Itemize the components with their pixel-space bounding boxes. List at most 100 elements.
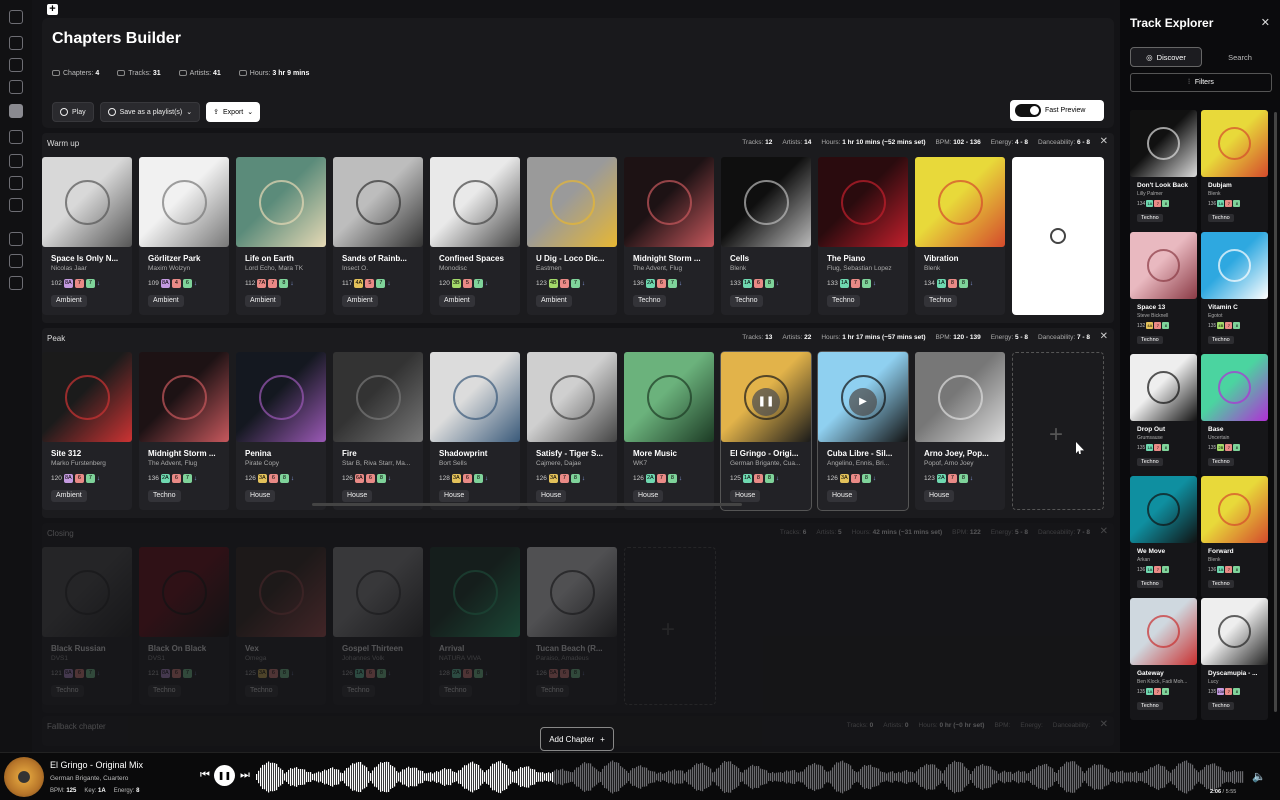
waveform-bar (822, 766, 824, 788)
close-chapter-icon[interactable]: ✕ (1100, 136, 1108, 147)
explorer-track-card[interactable]: Space 13 Steve Bicknell 132 4A 7 8 Techno (1130, 232, 1197, 354)
rail-nav-icon[interactable] (9, 80, 23, 94)
drop-target-card[interactable] (1012, 157, 1104, 315)
close-chapter-icon[interactable]: ✕ (1100, 526, 1108, 537)
track-card[interactable]: Gospel Thirteen Johannes Volk 126 1A 6 8 ↓ Tech… (333, 547, 423, 705)
add-track-placeholder[interactable]: + (1012, 352, 1104, 510)
track-card[interactable]: Arrival NATURA VIVA 128 2A 6 8 ↓ Techno (430, 547, 520, 705)
track-card[interactable]: Life on Earth Lord Echo, Mara TK 112 7A 7 8 ↓ A… (236, 157, 326, 315)
rail-nav-icon[interactable] (9, 176, 23, 190)
track-artist: Angelino, Ennis, Bri... (827, 460, 890, 467)
waveform-bar (582, 763, 584, 791)
horizontal-scrollbar[interactable] (312, 503, 742, 506)
tab-search[interactable]: Search (1204, 47, 1276, 67)
rail-nav-icon[interactable] (9, 130, 23, 144)
rail-nav-icon[interactable] (9, 154, 23, 168)
artwork-motif (161, 374, 207, 420)
track-card[interactable]: Midnight Storm ... The Advent, Flug 136 2A 6… (624, 157, 714, 315)
track-card[interactable]: Sands of Rainb... Insect O. 117 4A 5 7 ↓ Ambien… (333, 157, 423, 315)
add-chapter-button[interactable]: Add Chapter + (540, 727, 614, 751)
track-card[interactable]: Black Russian DVS1 121 8A 6 7 ↓ Techno (42, 547, 132, 705)
explorer-track-card[interactable]: Dyscamupia - ... Lucy 135 10A 7 8 Techno (1201, 598, 1268, 720)
track-card[interactable]: ▶ Cuba Libre - Sil... Angelino, Ennis, Bri… (817, 351, 909, 511)
next-icon[interactable]: ⏭ (240, 769, 250, 782)
volume-icon[interactable]: 🔈 (1252, 770, 1266, 783)
explorer-track-card[interactable]: Dubjam Blenk 136 1A 7 8 Techno (1201, 110, 1268, 232)
track-bpm: 125 (730, 475, 741, 482)
explorer-track-card[interactable]: Don't Look Back Lilly Palmer 134 1A 7 8 Techno (1130, 110, 1197, 232)
waveform-bar (730, 761, 732, 793)
waveform-bar (500, 760, 502, 794)
fast-preview-toggle[interactable]: Fast Preview (1010, 100, 1104, 121)
rail-nav-icon[interactable] (9, 36, 23, 50)
close-icon[interactable]: ✕ (1261, 16, 1270, 29)
track-card[interactable]: Space Is Only N... Nicolas Jaar 102 8A 7 7 ↓ Am… (42, 157, 132, 315)
track-meta: 135 1A 7 8 (1137, 688, 1170, 695)
track-card[interactable]: Black On Black DVS1 121 8A 6 7 ↓ Techno (139, 547, 229, 705)
track-card[interactable]: Cells Blenk 133 1A 6 8 ↓ Techno (721, 157, 811, 315)
save-playlist-button[interactable]: Save as a playlist(s) ⌄ (99, 102, 201, 122)
track-card[interactable]: Confined Spaces Monodisc 120 3B 5 7 ↓ Ambient (430, 157, 520, 315)
waveform-bar (964, 766, 966, 788)
rail-nav-icon[interactable] (9, 58, 23, 72)
rail-nav-icon[interactable] (9, 232, 23, 246)
waveform-bar (548, 772, 550, 782)
rail-nav-icon[interactable] (9, 198, 23, 212)
trend-arrow-icon: ↓ (969, 280, 974, 287)
waveform-bar (944, 770, 946, 784)
pause-icon[interactable]: ❚❚ (752, 388, 780, 416)
stat-value: 31 (152, 70, 161, 77)
track-card[interactable]: Midnight Storm ... The Advent, Flug 136 2A 6… (139, 352, 229, 510)
add-track-placeholder[interactable]: + (624, 547, 716, 705)
waveform-bar (428, 772, 430, 782)
toggle-switch[interactable] (1015, 104, 1041, 117)
track-card[interactable]: Tucan Beach (R... Paraiso, Amadeus 126 5A 6 8… (527, 547, 617, 705)
explorer-track-card[interactable]: Gateway Ben Klock, Fadi Moh... 135 1A 7 8 Tech… (1130, 598, 1197, 720)
explorer-track-card[interactable]: Drop Out Grumsause 135 1A 7 8 Techno (1130, 354, 1197, 476)
track-card[interactable]: More Music WK7 126 2A 7 8 ↓ House (624, 352, 714, 510)
previous-icon[interactable]: ⏮ (200, 769, 210, 782)
explorer-track-card[interactable]: We Move Arkan 136 1A 7 8 Techno (1130, 476, 1197, 598)
track-card[interactable]: The Piano Flug, Sebastian Lopez 133 1A 7 8 ↓ Te… (818, 157, 908, 315)
explorer-scrollbar[interactable] (1274, 112, 1277, 712)
rail-nav-icon[interactable] (9, 104, 23, 118)
chapter-stat-value: 0 hr (~0 hr set) (939, 722, 985, 729)
pause-button[interactable]: ❚❚ (214, 765, 235, 786)
track-card[interactable]: Vibration Blenk 134 1A 8 8 ↓ Techno (915, 157, 1005, 315)
track-card[interactable]: Fire Star B, Riva Starr, Ma... 126 6A 6 8 ↓ Hou… (333, 352, 423, 510)
track-card[interactable]: Vex Omega 125 3A 6 8 ↓ Techno (236, 547, 326, 705)
track-card[interactable]: U Dig - Loco Dic... Eastmen 123 4B 6 7 ↓ Ambien… (527, 157, 617, 315)
waveform-bar (870, 764, 872, 790)
track-card[interactable]: Arno Joey, Pop... Popof, Arno Joey 123 2A 7 8… (915, 352, 1005, 510)
explorer-track-card[interactable]: Forward Blenk 136 1A 7 8 Techno (1201, 476, 1268, 598)
close-chapter-icon[interactable]: ✕ (1100, 331, 1108, 342)
track-card[interactable]: Site 312 Marko Furstenberg 120 8A 6 7 ↓ Ambient (42, 352, 132, 510)
filters-button[interactable]: ⫶ Filters (1130, 73, 1272, 92)
track-card[interactable]: ❚❚ El Gringo - Origi... German Brigante, C… (720, 351, 812, 511)
artwork-motif (355, 374, 401, 420)
track-meta: 134 1A 7 8 (1137, 200, 1170, 207)
artwork-motif (161, 179, 207, 225)
waveform-bar (866, 765, 868, 789)
waveform-bar (1114, 772, 1116, 782)
rail-nav-icon[interactable] (9, 254, 23, 268)
play-button[interactable]: Play (52, 102, 94, 122)
rail-nav-icon[interactable] (9, 10, 23, 24)
explorer-track-card[interactable]: Vitamin C Egotot 135 4B 7 8 Techno (1201, 232, 1268, 354)
waveform-bar (388, 762, 390, 792)
play-icon[interactable]: ▶ (849, 388, 877, 416)
waveform-bar (1062, 766, 1064, 788)
waveform-bar (402, 769, 404, 785)
track-card[interactable]: Satisfy - Tiger S... Cajmere, Dajae 126 3A 7… (527, 352, 617, 510)
waveform[interactable] (256, 759, 1244, 795)
waveform-bar (1176, 765, 1178, 789)
track-card[interactable]: Shadowprint Bort Sells 128 3A 6 8 ↓ House (430, 352, 520, 510)
close-chapter-icon[interactable]: ✕ (1100, 719, 1108, 730)
track-card[interactable]: Penina Pirate Copy 126 3A 6 8 ↓ House (236, 352, 326, 510)
track-card[interactable]: Görlitzer Park Maxim Wolzyn 109 8A 4 6 ↓ Ambien… (139, 157, 229, 315)
rail-nav-icon[interactable] (9, 276, 23, 290)
tab-discover[interactable]: ◎ Discover (1130, 47, 1202, 67)
explorer-track-card[interactable]: Base Uncertain 135 2B 7 8 Techno (1201, 354, 1268, 476)
new-tab-icon[interactable]: + (47, 4, 58, 15)
export-button[interactable]: ⇪ Export ⌄ (206, 102, 261, 122)
